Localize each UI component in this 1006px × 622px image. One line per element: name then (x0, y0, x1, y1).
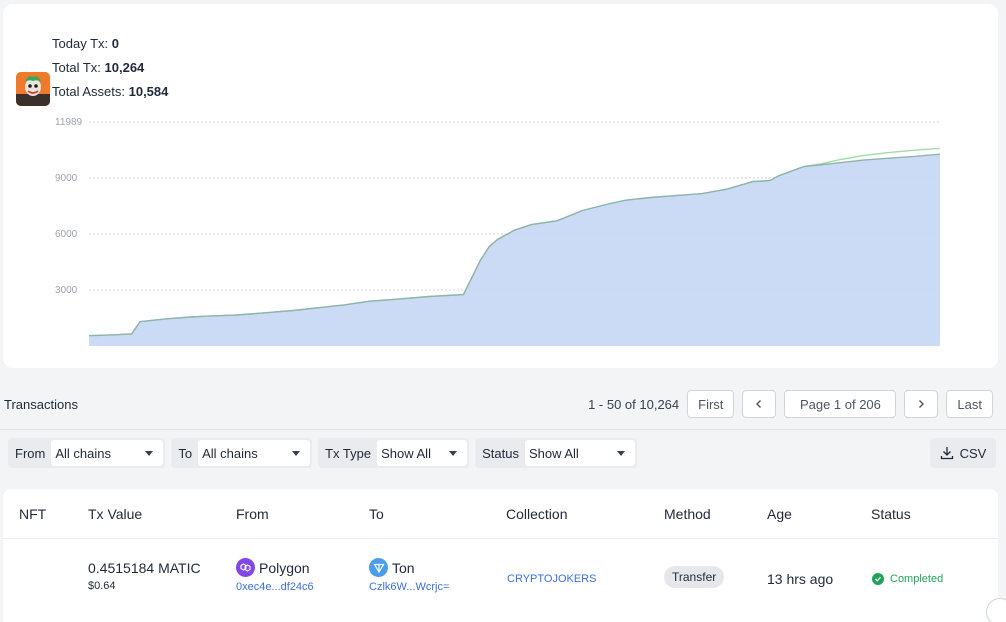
first-page-button[interactable]: First (687, 390, 735, 418)
column-header-collection[interactable]: Collection (506, 506, 567, 522)
caret-down-icon (145, 450, 154, 456)
txtype-filter: Tx Type Show All (318, 438, 470, 468)
from-cell: Polygon 0xec4e...df24c6 (236, 558, 314, 593)
total-tx-stat: Total Tx: 10,264 (52, 60, 145, 75)
pagination: 1 - 50 of 10,264 First Page 1 of 206 Las… (588, 390, 993, 418)
status-filter-label: Status (482, 445, 519, 461)
to-chain: Ton (369, 558, 449, 577)
from-chain-value: All chains (55, 445, 111, 461)
to-cell: Ton Czlk6W...Wcrjc= (369, 558, 449, 593)
csv-label: CSV (959, 445, 987, 461)
page-indicator: Page 1 of 206 (784, 390, 897, 418)
from-address-link[interactable]: 0xec4e...df24c6 (236, 581, 314, 593)
tx-value-usd: $0.64 (88, 580, 116, 592)
pagination-range: 1 - 50 of 10,264 (588, 396, 680, 412)
filter-bar: From All chains To All chains Tx Type Sh… (8, 438, 637, 468)
joker-nft-image (16, 72, 50, 106)
y-tick-label: 3000 (55, 285, 78, 296)
stats-summary: Today Tx: 0 Total Tx: 10,264 Total Asset… (52, 32, 168, 104)
txtype-value: Show All (381, 445, 431, 461)
y-tick-label: 11989 (55, 117, 83, 128)
tx-value-cell: 0.4515184 MATIC $0.64 (88, 560, 201, 592)
y-tick-label: 6000 (55, 229, 78, 240)
from-filter-label: From (15, 445, 46, 461)
series-area-tx (89, 154, 940, 346)
txtype-filter-label: Tx Type (325, 445, 372, 461)
chevron-left-icon (756, 400, 762, 408)
ton-icon (369, 558, 388, 577)
status-cell: Completed (872, 573, 943, 585)
column-header-method[interactable]: Method (664, 506, 711, 522)
method-cell: Transfer (664, 566, 725, 588)
from-chain: Polygon (236, 558, 314, 577)
from-chain-select[interactable]: All chains (51, 440, 164, 466)
to-chain-value: All chains (202, 445, 258, 461)
status-select[interactable]: Show All (524, 440, 635, 466)
caret-down-icon (292, 450, 301, 456)
next-page-button[interactable] (904, 390, 939, 418)
status-badge: Completed (872, 573, 943, 585)
chevron-right-icon (919, 400, 925, 408)
to-chain-select[interactable]: All chains (198, 440, 311, 466)
tx-value-amount: 0.4515184 MATIC (88, 560, 201, 576)
column-header-status[interactable]: Status (871, 506, 911, 522)
section-divider (0, 429, 1006, 430)
y-tick-label: 9000 (55, 173, 78, 184)
chart-card: 11989 9000 6000 3000 Today Tx: 0 Total Tx: … (3, 4, 998, 368)
method-badge: Transfer (664, 566, 725, 588)
caret-down-icon (449, 450, 458, 456)
transactions-title: Transactions (4, 397, 78, 412)
from-filter: From All chains (8, 438, 166, 468)
status-text: Completed (890, 573, 944, 585)
polygon-icon (236, 558, 255, 577)
status-value: Show All (528, 445, 579, 461)
to-address-link[interactable]: Czlk6W...Wcrjc= (369, 581, 449, 593)
caret-down-icon (616, 450, 625, 456)
to-filter: To All chains (171, 438, 313, 468)
status-filter: Status Show All (475, 438, 637, 468)
header-divider (3, 538, 998, 539)
column-header-to[interactable]: To (369, 506, 384, 522)
to-chain-name: Ton (392, 559, 415, 576)
transactions-header: Transactions 1 - 50 of 10,264 First Page… (0, 382, 1006, 428)
today-tx-stat: Today Tx: 0 (52, 36, 119, 51)
from-chain-name: Polygon (259, 559, 310, 576)
transactions-table: NFT Tx Value From To Collection Method A… (3, 489, 998, 622)
last-page-button[interactable]: Last (946, 390, 993, 418)
check-circle-icon (872, 573, 884, 585)
age-text: 13 hrs ago (767, 571, 834, 587)
chart-y-ticks: 11989 9000 6000 3000 (55, 117, 83, 296)
column-header-age[interactable]: Age (767, 506, 792, 522)
column-header-from[interactable]: From (236, 506, 269, 522)
to-filter-label: To (178, 445, 193, 461)
nft-thumbnail[interactable] (16, 72, 50, 106)
total-assets-stat: Total Assets: 10,584 (52, 84, 169, 99)
collection-link[interactable]: CRYPTOJOKERS (507, 573, 596, 585)
column-header-nft[interactable]: NFT (19, 506, 46, 522)
prev-page-button[interactable] (742, 390, 777, 418)
download-icon (940, 447, 953, 460)
column-header-tx-value[interactable]: Tx Value (88, 506, 142, 522)
scroll-to-top-button[interactable] (986, 598, 1006, 622)
txtype-select[interactable]: Show All (377, 440, 468, 466)
csv-export-button[interactable]: CSV (930, 438, 996, 468)
